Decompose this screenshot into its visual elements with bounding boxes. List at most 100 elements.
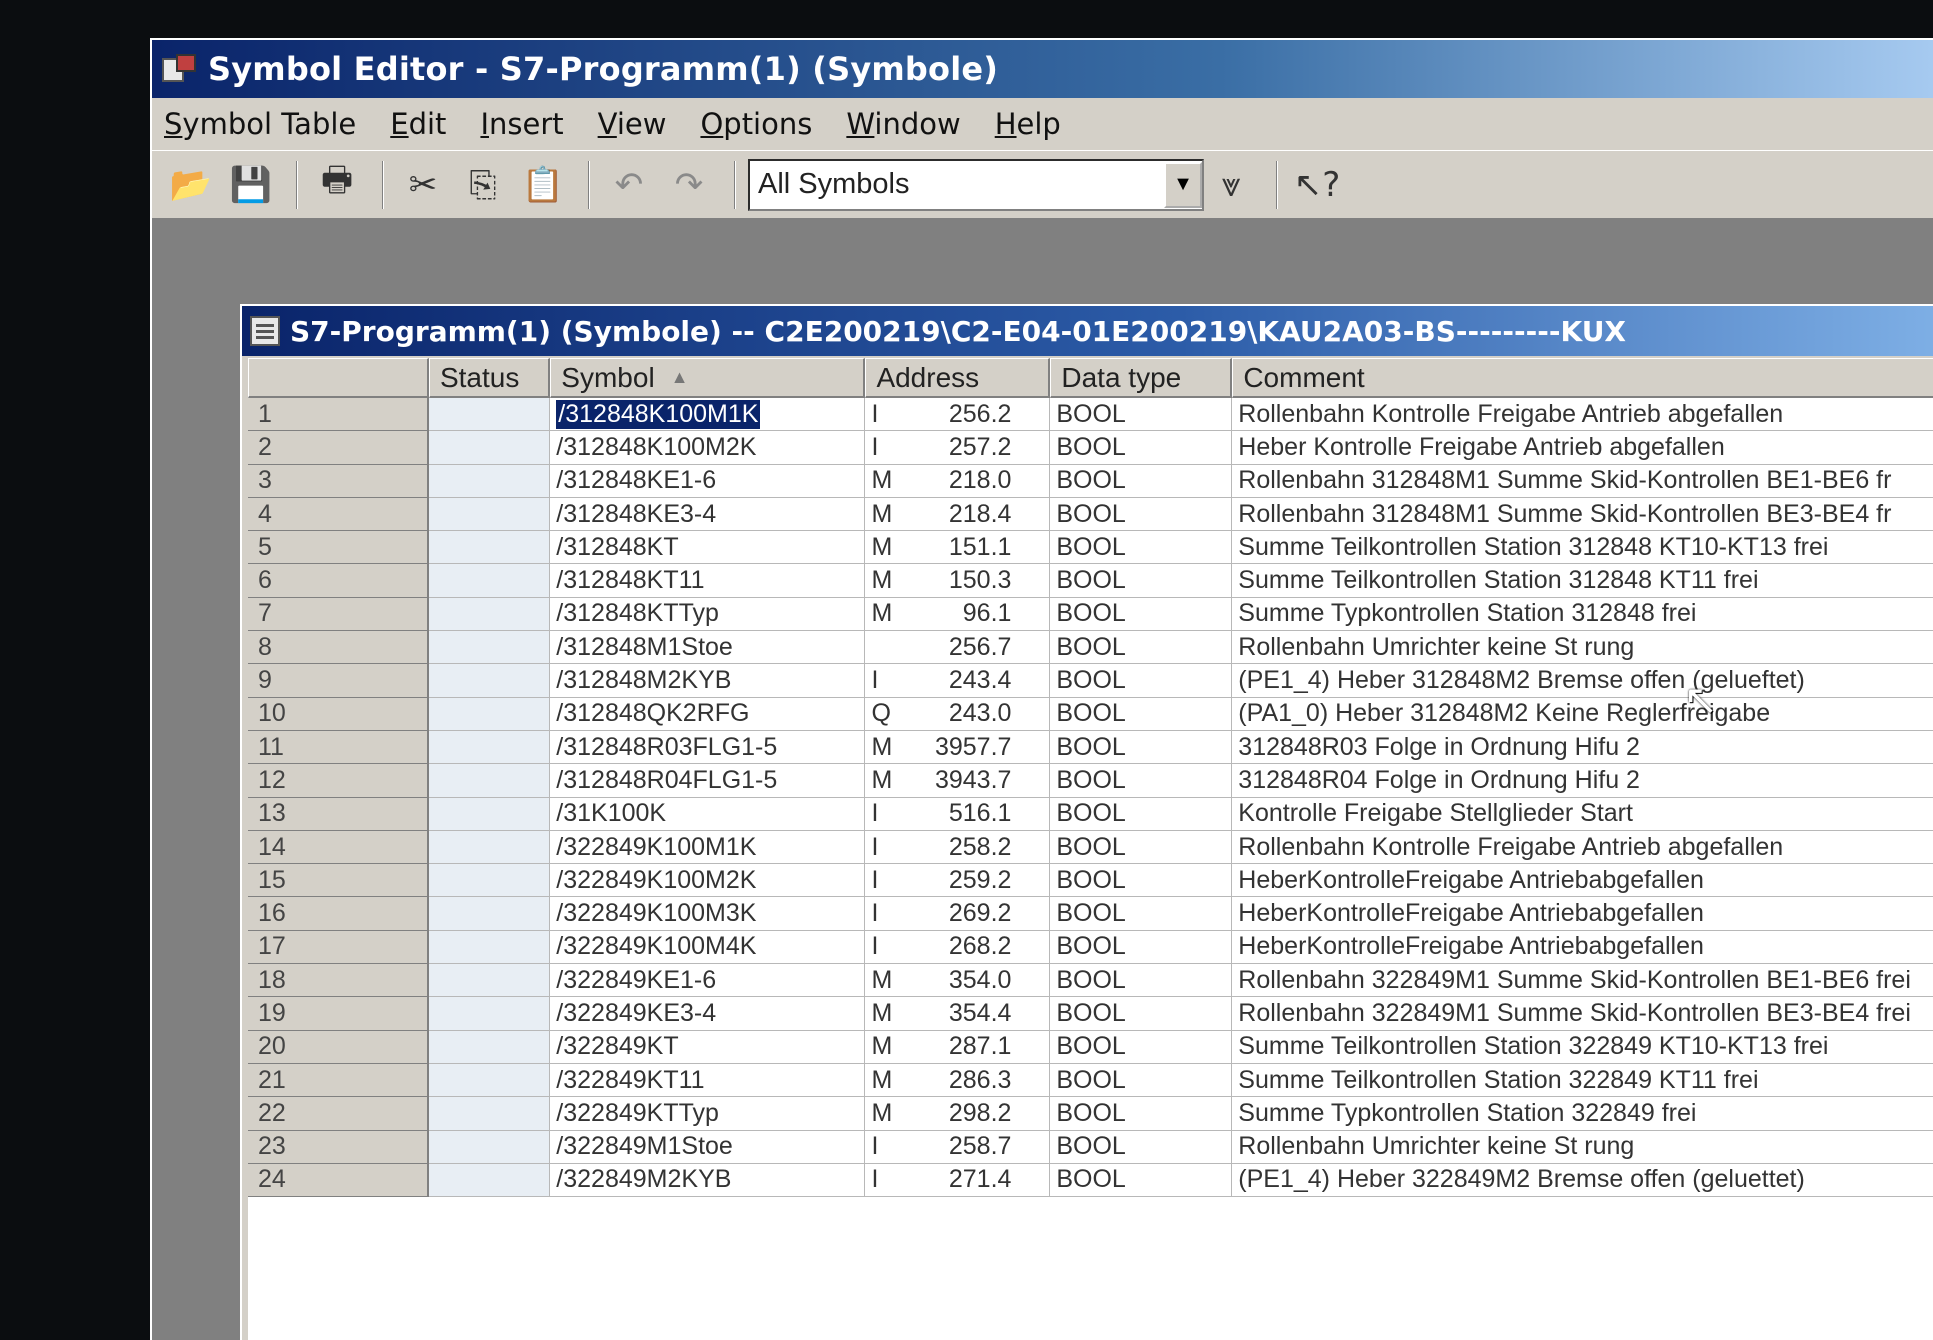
data-type-cell[interactable]: BOOL — [1050, 597, 1233, 632]
comment-cell[interactable]: Summe Typkontrollen Station 312848 frei — [1232, 598, 1933, 632]
comment-cell[interactable]: (PE1_4) Heber 322849M2 Bremse offen (gel… — [1232, 1164, 1933, 1198]
comment-cell[interactable]: Rollenbahn Umrichter keine St rung — [1232, 1131, 1933, 1164]
table-row[interactable]: 22/322849KTTyp M 298.2 BOOL Summe Typkontrol… — [248, 1097, 1933, 1131]
address-cell[interactable]: M 286.3 — [865, 1063, 1051, 1098]
data-type-cell[interactable]: BOOL — [1050, 997, 1233, 1031]
table-row[interactable]: 15/322849K100M2K I 259.2 BOOL HeberKontrolle… — [248, 864, 1933, 898]
address-cell[interactable]: I 269.2 — [865, 897, 1051, 931]
data-type-cell[interactable]: BOOL — [1050, 664, 1233, 698]
data-type-cell[interactable]: BOOL — [1050, 531, 1233, 565]
comment-cell[interactable]: Summe Teilkontrollen Station 312848 KT11… — [1232, 564, 1933, 598]
symbol-cell[interactable]: /312848R03FLG1-5 — [550, 730, 866, 765]
comment-cell[interactable]: Rollenbahn Umrichter keine St rung — [1232, 631, 1933, 665]
table-row[interactable]: 4/312848KE3-4 M 218.4 BOOL Rollenbahn 312848… — [248, 497, 1933, 532]
status-cell[interactable] — [428, 1163, 551, 1198]
row-number[interactable]: 12 — [248, 764, 429, 798]
table-row[interactable]: 1/312848K100M1K I 256.2 BOOL Rollenbahn Kont… — [248, 398, 1933, 432]
symbol-cell[interactable]: /322849K100M3K — [550, 897, 866, 931]
row-number[interactable]: 11 — [248, 730, 429, 765]
address-cell[interactable]: I 243.4 — [865, 664, 1051, 698]
row-number[interactable]: 20 — [248, 1030, 429, 1064]
symbol-cell[interactable]: /322849KE3-4 — [550, 997, 866, 1031]
row-number[interactable]: 13 — [248, 797, 429, 831]
print-icon[interactable]: 🖶 — [310, 159, 364, 211]
data-type-cell[interactable]: BOOL — [1050, 797, 1233, 831]
status-cell[interactable] — [428, 1097, 551, 1131]
comment-cell[interactable]: HeberKontrolleFreigabe Antriebabgefallen — [1232, 931, 1933, 965]
status-cell[interactable] — [428, 497, 551, 532]
row-number[interactable]: 15 — [248, 864, 429, 898]
symbol-cell[interactable]: /322849KE1-6 — [550, 964, 866, 998]
comment-cell[interactable]: HeberKontrolleFreigabe Antriebabgefallen — [1232, 897, 1933, 931]
status-cell[interactable] — [428, 564, 551, 598]
symbol-cell[interactable]: /31K100K — [550, 797, 866, 831]
row-number[interactable]: 9 — [248, 664, 429, 698]
address-cell[interactable]: M 3957.7 — [865, 730, 1051, 765]
symbol-cell[interactable]: /312848KT11 — [550, 564, 866, 598]
paste-icon[interactable]: 📋 — [516, 159, 570, 211]
table-row[interactable]: 3/312848KE1-6 M 218.0 BOOL Rollenbahn 312848… — [248, 464, 1933, 498]
redo-icon[interactable]: ↷ — [662, 159, 716, 211]
symbol-cell[interactable]: /312848R04FLG1-5 — [550, 764, 866, 798]
address-cell[interactable]: I 259.2 — [865, 864, 1051, 898]
comment-cell[interactable]: (PA1_0) Heber 312848M2 Keine Reglerfreig… — [1232, 698, 1933, 731]
status-cell[interactable] — [428, 398, 551, 432]
row-number[interactable]: 8 — [248, 631, 429, 665]
status-cell[interactable] — [428, 631, 551, 665]
address-cell[interactable]: I 258.2 — [865, 830, 1051, 865]
address-cell[interactable]: I 257.2 — [865, 431, 1051, 465]
table-row[interactable]: 5/312848KT M 151.1 BOOL Summe Teilkontrollen… — [248, 531, 1933, 565]
table-row[interactable]: 23/322849M1Stoe I 258.7 BOOL Rollenbahn Umri… — [248, 1130, 1933, 1164]
data-type-cell[interactable]: BOOL — [1050, 1063, 1233, 1098]
table-row[interactable]: 6/312848KT11 M 150.3 BOOL Summe Teilkontroll… — [248, 564, 1933, 598]
symbol-cell[interactable]: /312848KTTyp — [550, 597, 866, 632]
data-type-cell[interactable]: BOOL — [1050, 897, 1233, 931]
data-type-cell[interactable]: BOOL — [1050, 697, 1233, 731]
data-type-cell[interactable]: BOOL — [1050, 730, 1233, 765]
menu-symbol-table[interactable]: Symbol Table — [164, 107, 356, 141]
menu-help[interactable]: Help — [995, 107, 1061, 141]
table-row[interactable]: 17/322849K100M4K I 268.2 BOOL HeberKontrolle… — [248, 930, 1933, 965]
address-cell[interactable]: M 354.0 — [865, 964, 1051, 998]
menu-window[interactable]: Window — [846, 107, 960, 141]
menu-edit[interactable]: Edit — [390, 107, 446, 141]
comment-cell[interactable]: Rollenbahn 322849M1 Summe Skid-Kontrolle… — [1232, 964, 1933, 998]
table-row[interactable]: 20/322849KT M 287.1 BOOL Summe Teilkontrolle… — [248, 1030, 1933, 1064]
status-cell[interactable] — [428, 531, 551, 565]
title-bar[interactable]: Symbol Editor - S7-Programm(1) (Symbole) — [152, 40, 1933, 98]
table-row[interactable]: 18/322849KE1-6 M 354.0 BOOL Rollenbahn 32284… — [248, 964, 1933, 998]
table-row[interactable]: 13/31K100K I 516.1 BOOL Kontrolle Freigabe S… — [248, 797, 1933, 831]
status-cell[interactable] — [428, 997, 551, 1031]
table-row[interactable]: 11/312848R03FLG1-5 M 3957.7 BOOL 312848R03 F… — [248, 730, 1933, 765]
address-cell[interactable]: M 96.1 — [865, 597, 1051, 632]
symbol-cell[interactable]: /322849M1Stoe — [550, 1130, 866, 1164]
open-icon[interactable]: 📂 — [164, 159, 218, 211]
copy-icon[interactable]: ⎘ — [456, 159, 510, 211]
data-type-cell[interactable]: BOOL — [1050, 1030, 1233, 1064]
comment-cell[interactable]: Rollenbahn Kontrolle Freigabe Antrieb ab… — [1232, 398, 1933, 432]
table-row[interactable]: 7/312848KTTyp M 96.1 BOOL Summe Typkontrolle… — [248, 597, 1933, 632]
row-number[interactable]: 14 — [248, 830, 429, 865]
data-type-cell[interactable]: BOOL — [1050, 930, 1233, 965]
row-number[interactable]: 3 — [248, 464, 429, 498]
row-number[interactable]: 10 — [248, 697, 429, 731]
row-number[interactable]: 6 — [248, 564, 429, 598]
table-row[interactable]: 8/312848M1Stoe 256.7 BOOL Rollenbahn Umrich… — [248, 631, 1933, 665]
filter-icon[interactable]: ⩔ — [1204, 159, 1258, 211]
table-window-title-bar[interactable]: S7-Programm(1) (Symbole) -- C2E200219\C2… — [242, 306, 1933, 356]
comment-cell[interactable]: Summe Typkontrollen Station 322849 frei — [1232, 1097, 1933, 1131]
address-cell[interactable]: M 151.1 — [865, 531, 1051, 565]
header-data-type[interactable]: Data type — [1050, 358, 1233, 398]
save-icon[interactable]: 💾 — [224, 159, 278, 211]
status-cell[interactable] — [428, 730, 551, 765]
data-type-cell[interactable]: BOOL — [1050, 1130, 1233, 1164]
row-number[interactable]: 18 — [248, 964, 429, 998]
symbol-cell[interactable]: /312848M1Stoe — [550, 631, 866, 665]
symbol-cell[interactable]: /312848QK2RFG — [550, 697, 866, 731]
status-cell[interactable] — [428, 764, 551, 798]
data-type-cell[interactable]: BOOL — [1050, 398, 1233, 432]
data-type-cell[interactable]: BOOL — [1050, 1163, 1233, 1198]
address-cell[interactable]: M 3943.7 — [865, 764, 1051, 798]
data-type-cell[interactable]: BOOL — [1050, 631, 1233, 665]
row-number[interactable]: 1 — [248, 398, 429, 432]
